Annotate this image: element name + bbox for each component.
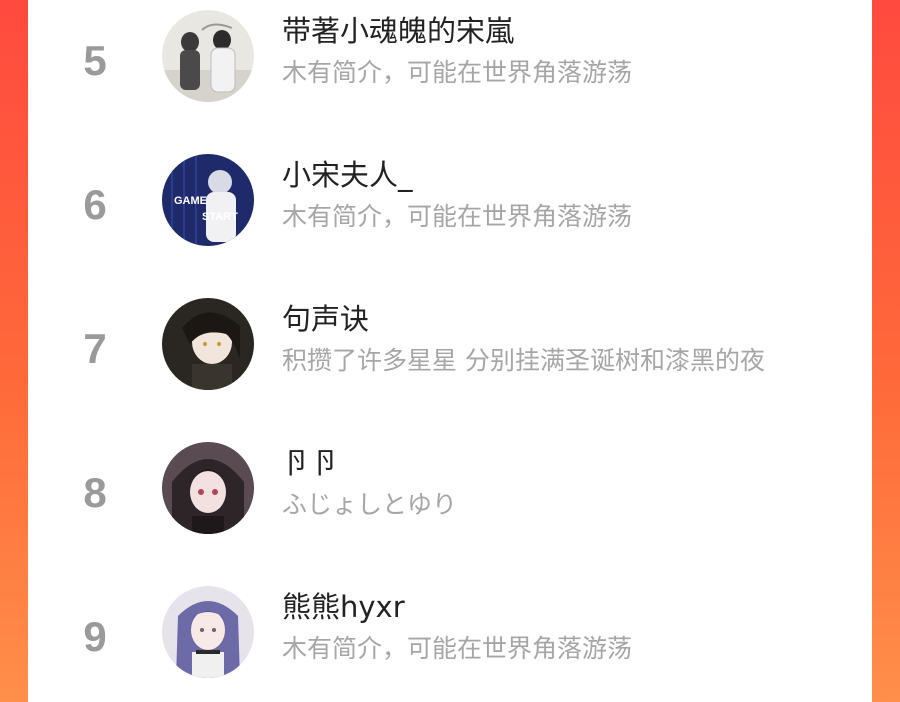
leaderboard-row[interactable]: 9 熊熊hyxr 木有简介，可能在世界角落游荡 (28, 576, 872, 686)
leaderboard-row[interactable]: 6 GAME START 小宋夫人_ 木有简介，可能在世界角落游荡 (28, 144, 872, 254)
user-bio: 木有简介，可能在世界角落游荡 (282, 202, 633, 231)
avatar-game-text: GAME (174, 195, 207, 207)
user-avatar[interactable] (162, 10, 254, 102)
user-name[interactable]: 带著小魂魄的宋嵐 (282, 15, 514, 48)
leaderboard-row[interactable]: 7 句声诀 积攒了许多星星 分别挂满圣诞树和漆黑的夜 (28, 288, 872, 398)
user-name[interactable]: 卪卪 (282, 447, 340, 480)
leaderboard-row[interactable]: 5 带著小魂魄的宋嵐 木有简介，可能在世界角落游荡 (28, 0, 872, 110)
rank-number: 9 (83, 613, 107, 660)
user-avatar[interactable]: GAME START (162, 154, 254, 246)
rank-number: 5 (83, 37, 107, 84)
avatar-start-text: START (202, 211, 238, 223)
user-avatar[interactable] (162, 298, 254, 390)
user-avatar[interactable] (162, 442, 254, 534)
user-name[interactable]: 句声诀 (282, 303, 369, 336)
user-bio: ふじょしとゆり (282, 490, 458, 519)
rank-number: 8 (83, 469, 107, 516)
rank-number: 6 (83, 181, 107, 228)
user-name[interactable]: 熊熊hyxr (282, 591, 405, 624)
user-avatar[interactable] (162, 586, 254, 678)
rank-number: 7 (83, 325, 107, 372)
user-bio: 积攒了许多星星 分别挂满圣诞树和漆黑的夜 (282, 346, 765, 375)
leaderboard-row[interactable]: 8 卪卪 ふじょしとゆり (28, 432, 872, 542)
user-bio: 木有简介，可能在世界角落游荡 (282, 634, 633, 663)
user-name[interactable]: 小宋夫人_ (282, 159, 413, 192)
leaderboard-panel: 5 带著小魂魄的宋嵐 木有简介，可能在世界角落游荡 6 GAME START 小… (28, 0, 872, 702)
user-bio: 木有简介，可能在世界角落游荡 (282, 58, 633, 87)
